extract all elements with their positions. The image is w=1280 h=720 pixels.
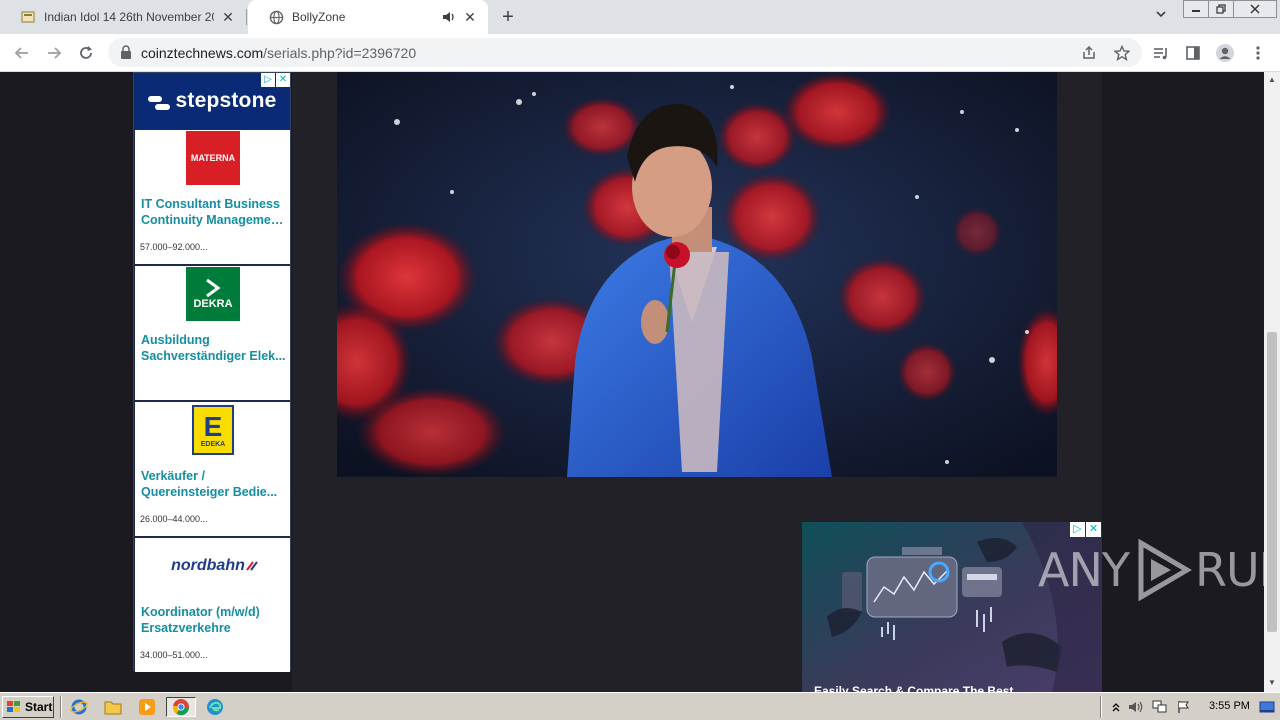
taskbar-separator <box>60 696 62 718</box>
windows-logo-icon <box>7 701 20 712</box>
flag-icon[interactable] <box>1176 699 1192 715</box>
job-card-dekra[interactable]: DEKRA Ausbildung Sachverständiger Elek..… <box>135 266 290 400</box>
chrome-taskbar-button[interactable] <box>166 697 196 717</box>
dekra-logo: DEKRA <box>186 267 240 321</box>
kebab-menu-icon[interactable] <box>1247 42 1269 64</box>
watermark-text-left: ANY <box>1038 543 1130 597</box>
address-bar[interactable]: coinztechnews.com/serials.php?id=2396720 <box>108 38 1142 67</box>
internet-explorer-icon[interactable] <box>68 697 90 717</box>
system-clock[interactable]: 3:55 PM <box>1209 700 1250 712</box>
ad-caption[interactable]: Easily Search & Compare The Best <box>814 684 1094 692</box>
tab-separator <box>246 9 247 25</box>
browser-toolbar: coinztechnews.com/serials.php?id=2396720 <box>0 34 1280 72</box>
start-button[interactable]: Start <box>2 696 54 718</box>
anyrun-watermark: ANY RUN <box>1038 538 1280 602</box>
logo-text: DEKRA <box>193 298 233 310</box>
job-title-line: Verkäufer / <box>141 469 205 483</box>
stepstone-brand: stepstone <box>175 89 277 112</box>
job-card-edeka[interactable]: E EDEKA Verkäufer / Quereinsteiger Bedie… <box>135 402 290 536</box>
scroll-up-icon[interactable]: ▲ <box>1267 75 1277 85</box>
tab-strip: Indian Idol 14 26th November 2023 ✕ Boll… <box>0 0 1280 34</box>
reload-icon[interactable] <box>75 42 97 64</box>
adchoices-icon[interactable]: ▷ <box>1070 522 1085 537</box>
forward-arrow-icon[interactable] <box>43 42 65 64</box>
close-ad-icon[interactable]: ✕ <box>276 73 290 87</box>
logo-text: EDEKA <box>200 440 226 448</box>
volume-icon[interactable] <box>1128 699 1144 715</box>
url-path: /serials.php?id=2396720 <box>263 45 417 61</box>
job-title-line: Quereinsteiger Bedie... <box>141 485 278 499</box>
video-frame-image <box>337 72 1057 477</box>
media-player-icon[interactable] <box>136 697 158 717</box>
url-text: coinztechnews.com/serials.php?id=2396720 <box>141 45 416 61</box>
url-host: coinztechnews.com <box>141 45 264 61</box>
left-ad-banner[interactable]: stepstone ▷ ✕ MATERNA IT Consultant Busi… <box>133 72 291 672</box>
share-icon[interactable] <box>1079 43 1099 63</box>
job-title-line: Koordinator (m/w/d) <box>141 605 260 619</box>
vertical-scrollbar[interactable]: ▲ ▼ <box>1264 72 1280 692</box>
show-desktop-icon[interactable] <box>1259 699 1275 715</box>
tray-separator <box>1100 696 1102 718</box>
edge-icon[interactable] <box>204 697 226 717</box>
job-title[interactable]: Koordinator (m/w/d) Ersatzverkehre <box>141 604 287 636</box>
nordbahn-stripes-icon <box>246 561 258 571</box>
job-title[interactable]: Ausbildung Sachverständiger Elek... <box>141 332 287 364</box>
job-card-materna[interactable]: MATERNA IT Consultant Business Continuit… <box>135 130 290 264</box>
globe-icon <box>268 9 284 25</box>
job-title[interactable]: Verkäufer / Quereinsteiger Bedie... <box>141 468 287 500</box>
minimize-button[interactable] <box>1183 0 1209 18</box>
star-icon[interactable] <box>1112 43 1132 63</box>
dekra-arrow-icon <box>206 278 221 298</box>
scroll-thumb[interactable] <box>1267 332 1277 632</box>
new-tab-button[interactable]: + <box>497 7 519 29</box>
speaker-icon[interactable] <box>442 10 456 27</box>
job-title-line: Continuity Managemen... <box>141 213 287 227</box>
side-panel-icon[interactable] <box>1182 42 1204 64</box>
edeka-logo: E EDEKA <box>192 405 234 455</box>
job-title-line: Ersatzverkehre <box>141 621 231 635</box>
job-title-line: Ausbildung <box>141 333 210 347</box>
network-icon[interactable] <box>1152 699 1168 715</box>
job-salary: 34.000–51.000... <box>140 650 208 660</box>
job-title-line: IT Consultant Business <box>141 197 280 211</box>
job-title-line: Sachverständiger Elek... <box>141 349 286 363</box>
scroll-down-icon[interactable]: ▼ <box>1267 678 1277 688</box>
job-title[interactable]: IT Consultant Business Continuity Manage… <box>141 196 287 228</box>
logo-text: nordbahn <box>171 557 245 574</box>
job-card-nordbahn[interactable]: nordbahn Koordinator (m/w/d) Ersatzverke… <box>135 538 290 672</box>
start-label: Start <box>25 700 53 714</box>
tab-title: BollyZone <box>292 10 346 24</box>
chrome-icon <box>172 699 189 716</box>
nordbahn-logo: nordbahn <box>155 539 275 593</box>
close-icon[interactable]: ✕ <box>220 9 236 25</box>
edeka-e-glyph: E <box>203 410 223 442</box>
media-control-icon[interactable] <box>1150 42 1172 64</box>
job-salary: 57.000–92.000... <box>140 242 208 252</box>
video-player[interactable] <box>337 72 1057 477</box>
page-icon <box>20 9 36 25</box>
close-ad-icon[interactable]: ✕ <box>1086 522 1101 537</box>
close-icon[interactable]: ✕ <box>462 9 478 25</box>
tab-indian-idol[interactable]: Indian Idol 14 26th November 2023 ✕ <box>0 0 246 34</box>
windows-taskbar: Start 3:55 PM <box>0 692 1280 720</box>
back-arrow-icon[interactable] <box>11 42 33 64</box>
play-logo-icon <box>1138 539 1192 601</box>
logo-text: MATERNA <box>190 153 236 163</box>
chevron-down-icon[interactable] <box>1150 8 1172 26</box>
profile-avatar-icon[interactable] <box>1214 42 1236 64</box>
chevron-up-icon[interactable] <box>1108 699 1124 715</box>
file-explorer-icon[interactable] <box>102 697 124 717</box>
restore-button[interactable] <box>1208 0 1234 18</box>
lock-icon[interactable] <box>120 45 134 60</box>
tab-bollyzone[interactable]: BollyZone ✕ <box>248 0 488 34</box>
stepstone-logo-icon <box>147 93 170 110</box>
close-window-button[interactable] <box>1233 0 1277 18</box>
tab-title: Indian Idol 14 26th November 2023 <box>44 10 214 24</box>
materna-logo: MATERNA <box>186 131 240 185</box>
job-salary: 26.000–44.000... <box>140 514 208 524</box>
adchoices-icon[interactable]: ▷ <box>261 73 275 87</box>
